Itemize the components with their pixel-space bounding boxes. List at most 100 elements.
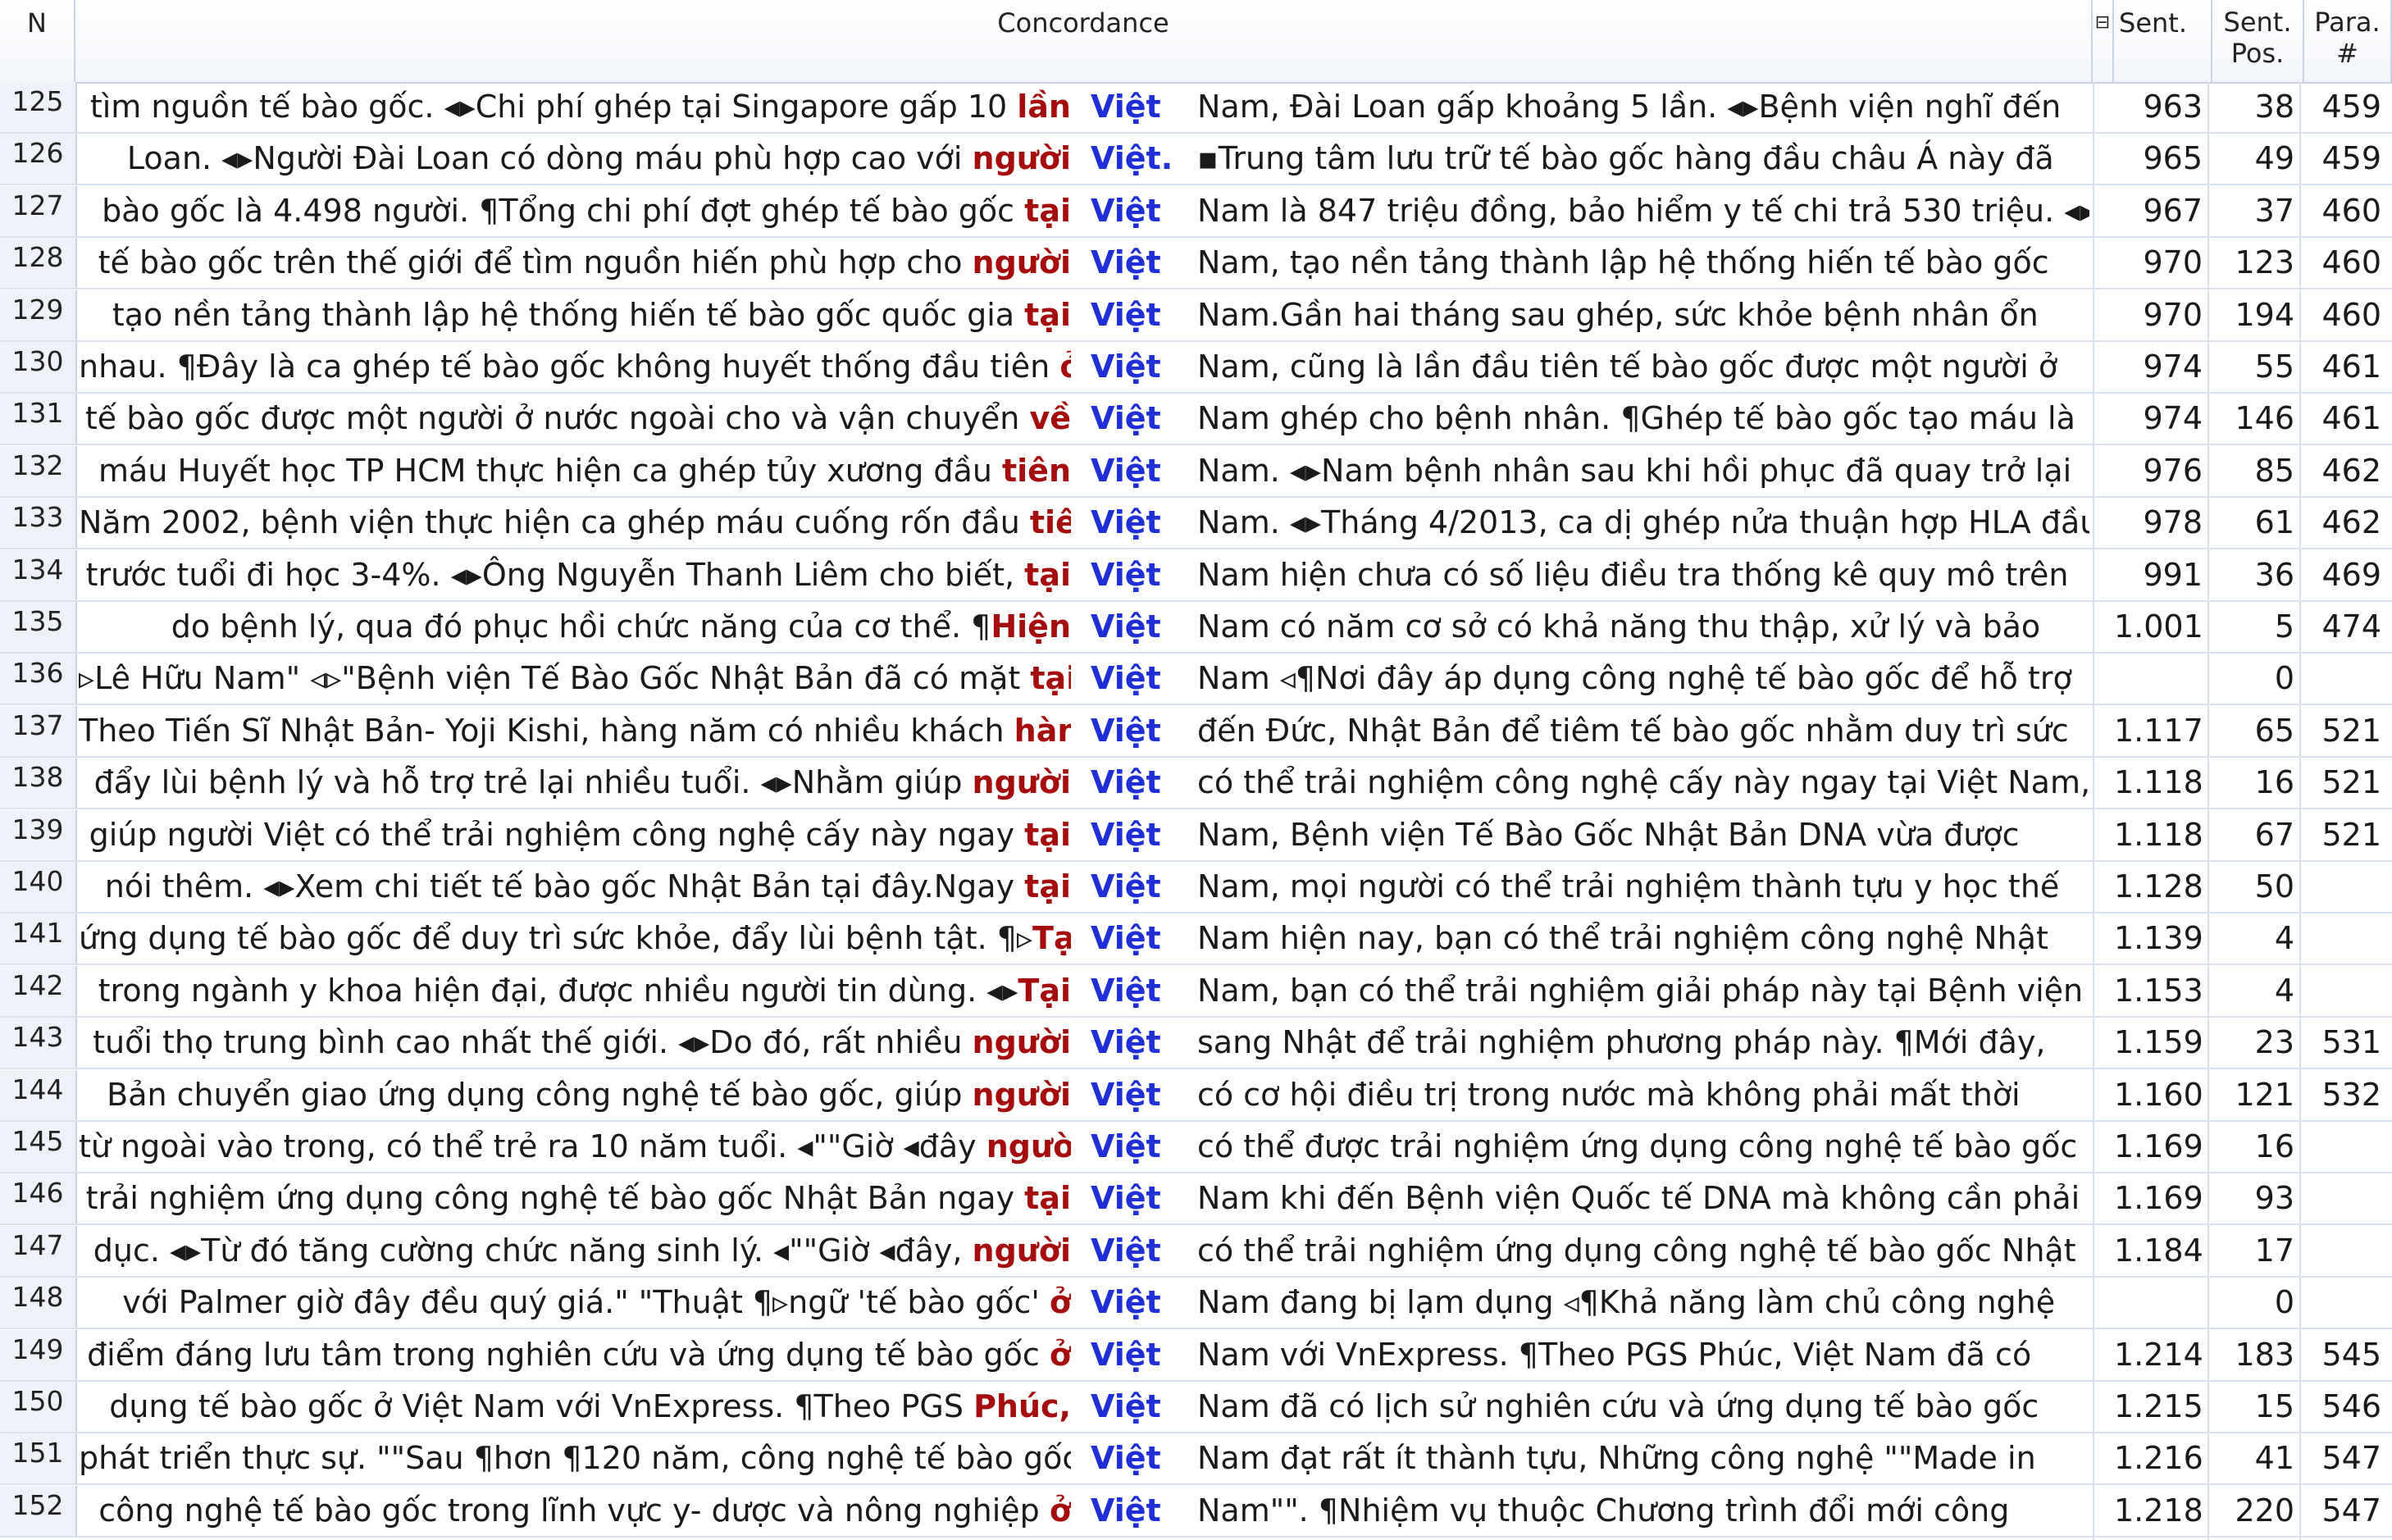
left-context-text: Loan. ◂▸Người Đài Loan có dòng máu phù h… [126, 140, 973, 177]
table-row[interactable]: 134 trước tuổi đi học 3-4%. ◂▸Ông Nguyễn … [0, 549, 2392, 602]
collocate-word: tại [1024, 868, 1071, 904]
sent-value: 1.216 [2114, 1440, 2203, 1477]
table-row[interactable]: 137 Theo Tiến Sĩ Nhật Bản- Yoji Kishi, hà… [0, 705, 2392, 758]
table-row[interactable]: 126 Loan. ◂▸Người Đài Loan có dòng máu ph… [0, 134, 2392, 186]
sent-pos-value: 85 [2254, 452, 2294, 489]
table-row[interactable]: 129 tạo nền tảng thành lập hệ thống hiến … [0, 289, 2392, 342]
header-flag[interactable]: ⊟ [2093, 0, 2114, 82]
table-row[interactable]: 146 trải nghiệm ứng dụng công nghệ tế bào… [0, 1173, 2392, 1226]
table-row[interactable]: 135 do bệnh lý, qua đó phục hồi chức năng… [0, 602, 2392, 654]
sent-value: 970 [2143, 296, 2203, 333]
row-number: 152 [0, 1485, 77, 1536]
sent-pos-value: 194 [2235, 296, 2294, 333]
collocate-word: Tại [1032, 920, 1071, 957]
left-context-text: điểm đáng lưu tâm trong nghiên cứu và ứn… [87, 1336, 1050, 1373]
para-value: 462 [2321, 452, 2381, 489]
sent-value [2114, 1278, 2203, 1328]
row-number: 150 [0, 1382, 77, 1432]
header-n[interactable]: N [0, 0, 75, 82]
row-number: 145 [0, 1122, 77, 1172]
left-context-text: bào gốc là 4.498 người. ¶Tổng chi phí đợ… [102, 192, 1025, 229]
right-context: Nam có năm cơ sở có khả năng thu thập, x… [1197, 608, 2041, 645]
keyword: Việt [1091, 400, 1161, 437]
flag-cell [2093, 498, 2116, 549]
table-row[interactable]: 150 dụng tế bào gốc ở Việt Nam với VnExpr… [0, 1382, 2392, 1433]
left-context: tuổi thọ trung bình cao nhất thế giới. ◂… [79, 1018, 1071, 1068]
row-number: 137 [0, 705, 77, 756]
row-number: 126 [0, 134, 77, 185]
table-row[interactable]: 141 ứng dụng tế bào gốc để duy trì sức kh… [0, 914, 2392, 966]
flag-cell [2093, 238, 2116, 289]
left-context-text: tế bào gốc được một người ở nước ngoài c… [84, 400, 1030, 437]
sent-value: 1.139 [2114, 920, 2203, 957]
table-row[interactable]: 128 tế bào gốc trên thế giới để tìm nguồn… [0, 238, 2392, 290]
sent-pos-value: 16 [2254, 764, 2294, 801]
table-row[interactable]: 131 tế bào gốc được một người ở nước ngoà… [0, 394, 2392, 446]
left-context-text: đẩy lùi bệnh lý và hỗ trợ trẻ lại nhiều … [93, 764, 973, 801]
left-context-text: do bệnh lý, qua đó phục hồi chức năng củ… [171, 608, 991, 645]
flag-cell [2093, 342, 2116, 392]
header-sent-pos[interactable]: Sent. Pos. [2212, 0, 2304, 82]
left-context-text: giúp người Việt có thể trải nghiệm công … [89, 816, 1025, 853]
collocate-word: tại [1024, 192, 1071, 229]
header-concordance[interactable]: Concordance [75, 0, 2093, 82]
left-context: giúp người Việt có thể trải nghiệm công … [79, 810, 1071, 860]
sent-value: 1.118 [2114, 764, 2203, 801]
collocate-word: tiên [1029, 504, 1071, 541]
table-row[interactable]: 143 tuổi thọ trung bình cao nhất thế giới… [0, 1018, 2392, 1070]
row-number: 138 [0, 758, 77, 809]
flag-cell [2093, 705, 2116, 756]
sent-pos-value: 61 [2254, 504, 2294, 541]
header-para[interactable]: Para. # [2304, 0, 2392, 82]
para-value: 521 [2321, 764, 2381, 801]
left-context-text: nói thêm. ◂▸Xem chi tiết tế bào gốc Nhật… [104, 868, 1025, 904]
sent-value: 974 [2143, 400, 2203, 437]
right-context: Nam hiện chưa có số liệu điều tra thống … [1197, 556, 2069, 593]
collocate-word: tại [1024, 556, 1071, 593]
table-row[interactable]: 148 với Palmer giờ đây đều quý giá." "Thu… [0, 1278, 2392, 1330]
left-context-text: nhau. ¶Đây là ca ghép tế bào gốc không h… [79, 349, 1060, 385]
table-row[interactable]: 139 giúp người Việt có thể trải nghiệm cô… [0, 809, 2392, 862]
sent-pos-value: 50 [2254, 868, 2294, 904]
para-value: 460 [2321, 296, 2381, 333]
left-context: công nghệ tế bào gốc trong lĩnh vực y- d… [79, 1486, 1071, 1536]
sent-value: 967 [2143, 192, 2203, 229]
header-sent[interactable]: Sent. [2114, 0, 2212, 82]
left-context-text: trước tuổi đi học 3-4%. ◂▸Ông Nguyễn Tha… [85, 556, 1025, 593]
table-row[interactable]: 144 Bản chuyển giao ứng dụng công nghệ tế… [0, 1069, 2392, 1122]
sent-value: 1.160 [2114, 1076, 2203, 1113]
table-row[interactable]: 140 nói thêm. ◂▸Xem chi tiết tế bào gốc N… [0, 862, 2392, 914]
keyword: Việt [1091, 556, 1161, 593]
table-row[interactable]: 130 nhau. ¶Đây là ca ghép tế bào gốc khôn… [0, 342, 2392, 394]
keyword: Việt [1091, 504, 1161, 541]
table-row[interactable]: 125 tìm nguồn tế bào gốc. ◂▸Chi phí ghép … [0, 82, 2392, 134]
flag-cell [2093, 1278, 2116, 1328]
table-row[interactable]: 147 dục. ◂▸Từ đó tăng cường chức năng sin… [0, 1225, 2392, 1278]
left-context-text: dục. ◂▸Từ đó tăng cường chức năng sinh l… [93, 1232, 973, 1269]
left-context: nói thêm. ◂▸Xem chi tiết tế bào gốc Nhật… [79, 862, 1071, 912]
table-row[interactable]: 136 ▹Lê Hữu Nam" ◃▹"Bệnh viện Tế Bào Gốc … [0, 654, 2392, 706]
table-row[interactable]: 133 Năm 2002, bệnh viện thực hiện ca ghép… [0, 498, 2392, 550]
sent-pos-value: 65 [2254, 712, 2294, 749]
table-row[interactable]: 142 trong ngành y khoa hiện đại, được nhi… [0, 965, 2392, 1018]
collocate-word: ở [1049, 1336, 1071, 1373]
flag-cell [2093, 185, 2116, 236]
para-value: 460 [2321, 192, 2381, 229]
left-context-text: Bản chuyển giao ứng dụng công nghệ tế bà… [107, 1076, 973, 1113]
table-row[interactable]: 132 máu Huyết học TP HCM thực hiện ca ghé… [0, 445, 2392, 498]
sent-pos-value: 36 [2254, 556, 2294, 593]
right-context: Nam, bạn có thể trải nghiệm giải pháp nà… [1197, 972, 2084, 1009]
table-row[interactable]: 151 phát triển thực sự. ""Sau ¶hơn ¶120 n… [0, 1433, 2392, 1486]
sent-value: 1.001 [2114, 608, 2203, 645]
sent-pos-value: 17 [2254, 1232, 2294, 1269]
table-row[interactable]: 149 điểm đáng lưu tâm trong nghiên cứu và… [0, 1329, 2392, 1382]
table-row[interactable]: 127 bào gốc là 4.498 người. ¶Tổng chi phí… [0, 185, 2392, 238]
left-context-text: dụng tế bào gốc ở Việt Nam với VnExpress… [109, 1388, 974, 1424]
flag-cell [2093, 1433, 2116, 1484]
collocate-word: Tại [1018, 972, 1071, 1009]
table-row[interactable]: 145 từ ngoài vào trong, có thể trẻ ra 10 … [0, 1122, 2392, 1173]
flag-cell [2093, 1122, 2116, 1172]
left-context: ứng dụng tế bào gốc để duy trì sức khỏe,… [79, 914, 1071, 964]
table-row[interactable]: 138 đẩy lùi bệnh lý và hỗ trợ trẻ lại nhi… [0, 758, 2392, 810]
table-row[interactable]: 152 công nghệ tế bào gốc trong lĩnh vực y… [0, 1485, 2392, 1538]
